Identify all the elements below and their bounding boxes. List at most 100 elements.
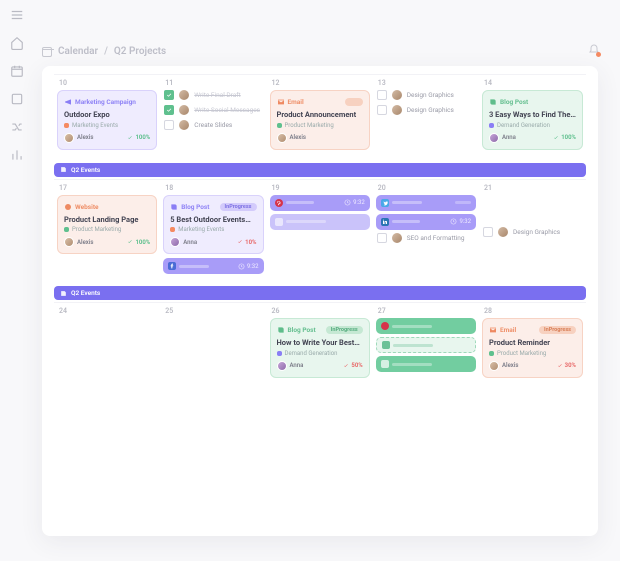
avatar [489,133,499,143]
day-cell[interactable]: 20 9:32 SEO and Formatting [373,179,479,284]
day-number: 24 [57,307,157,315]
card-title: Outdoor Expo [64,111,150,120]
card-type: Blog Post [500,98,528,106]
day-number: 25 [163,307,263,315]
breadcrumb-page[interactable]: Q2 Projects [114,46,166,57]
day-number: 12 [270,79,370,87]
progress-badge: 30% [557,362,576,369]
card-title: Product Landing Page [64,216,150,225]
card-title: 5 Best Outdoor Events… [170,216,256,225]
day-cell[interactable]: 14 Blog Post 3 Easy Ways to Find The… De… [479,74,586,160]
home-icon[interactable] [10,36,24,50]
card-title: How to Write Your Best… [277,339,363,348]
social-tile-pinterest[interactable]: 9:32 [270,195,370,211]
task-card-blog-post[interactable]: Blog Post InProgress How to Write Your Be… [270,318,370,378]
progress-badge: 100% [553,134,576,141]
calendar-glyph-icon [42,47,52,57]
span-bar-label: Q2 Events [71,166,100,174]
status-pill: InProgress [326,326,363,334]
avatar [170,237,180,247]
social-tile-placeholder[interactable] [270,214,370,230]
day-cell[interactable]: 25 [160,302,266,388]
social-tile[interactable] [376,356,476,372]
day-number: 27 [376,307,476,315]
breadcrumb-root[interactable]: Calendar [58,46,98,57]
social-tile-linkedin[interactable]: 9:32 [376,214,476,230]
checklist-item[interactable]: Write Final Draft [163,90,263,100]
assignee: Anna [290,362,304,369]
calendar-icon[interactable] [10,64,24,78]
day-number: 20 [376,184,476,192]
avatar [64,133,74,143]
social-tile-facebook[interactable]: 9:32 [163,258,263,274]
checklist-item[interactable]: Create Slides [163,120,263,130]
checklist-item[interactable]: Design Graphics [482,227,583,237]
social-tile-outline[interactable] [376,337,476,353]
notifications-icon[interactable] [588,44,600,56]
card-category: Product Marketing [285,122,334,129]
card-category: Demand Generation [497,122,550,129]
card-category: Product Marketing [497,350,546,357]
social-tile[interactable] [376,318,476,334]
progress-badge: 10% [237,239,256,246]
day-number: 13 [376,79,476,87]
task-card-website[interactable]: Website Product Landing Page Product Mar… [57,195,157,255]
breadcrumb-separator: / [104,46,108,57]
day-cell[interactable]: 12 Email Product Announcement Product Ma… [267,74,373,160]
task-card-blog-post[interactable]: Blog Post 3 Easy Ways to Find The… Deman… [482,90,583,150]
task-card-marketing-campaign[interactable]: Marketing Campaign Outdoor Expo Marketin… [57,90,157,150]
day-cell[interactable]: 24 [54,302,160,388]
card-type: Website [75,203,99,211]
card-category: Marketing Events [72,122,118,129]
shuffle-icon[interactable] [10,120,24,134]
tasks-icon[interactable] [10,92,24,106]
card-type: Email [500,326,516,334]
task-card-blog-post[interactable]: Blog Post InProgress 5 Best Outdoor Event… [163,195,263,255]
day-number: 11 [163,79,263,87]
day-number: 26 [270,307,370,315]
day-cell[interactable]: 28 EmailInProgress Product Reminder Prod… [479,302,586,388]
card-type: Email [288,98,304,106]
assignee: Alexis [77,239,93,246]
avatar [64,237,74,247]
status-pill: InProgress [220,203,257,211]
assignee: Anna [183,239,197,246]
card-type: Marketing Campaign [75,98,136,106]
checklist-item[interactable]: Design Graphics [376,105,476,115]
day-cell[interactable]: 27 [373,302,479,388]
day-cell[interactable]: 13 Design Graphics Design Graphics [373,74,479,160]
task-card-email[interactable]: EmailInProgress Product Reminder Product… [482,318,583,378]
task-card-email[interactable]: Email Product Announcement Product Marke… [270,90,370,150]
day-cell[interactable]: 11 Write Final Draft Write Social Messag… [160,74,266,160]
checklist-item[interactable]: Design Graphics [376,90,476,100]
span-bar-label: Q2 Events [71,289,100,297]
day-cell[interactable]: 17 Website Product Landing Page Product … [54,179,160,284]
left-rail [0,0,34,561]
day-cell[interactable]: 19 9:32 [267,179,373,284]
card-title: 3 Easy Ways to Find The… [489,111,576,120]
day-number: 28 [482,307,583,315]
assignee: Alexis [77,134,93,141]
day-cell[interactable]: 26 Blog Post InProgress How to Write Your… [267,302,373,388]
card-type: Blog Post [288,326,316,334]
day-number: 21 [482,184,583,192]
social-tile-twitter[interactable] [376,195,476,211]
breadcrumb: Calendar / Q2 Projects [42,46,166,57]
event-span-bar[interactable]: Q2 Events [54,163,586,177]
menu-icon[interactable] [10,8,24,22]
progress-badge: 100% [127,134,150,141]
event-span-bar[interactable]: Q2 Events [54,286,586,300]
avatar [277,133,287,143]
card-type: Blog Post [181,203,209,211]
day-number: 19 [270,184,370,192]
day-cell[interactable]: 21 Design Graphics [479,179,586,284]
status-pill [345,98,363,106]
checklist-item[interactable]: SEO and Formatting [376,233,476,243]
checklist-item[interactable]: Write Social Messages [163,105,263,115]
progress-badge: 100% [127,239,150,246]
day-cell[interactable]: 18 Blog PostInProgress 5 Best Outdoor Ev… [160,179,266,284]
day-number: 17 [57,184,157,192]
analytics-icon[interactable] [10,148,24,162]
day-cell[interactable]: 10 Marketing Campaign Outdoor Expo Marke… [54,74,160,160]
assignee: Alexis [290,134,306,141]
